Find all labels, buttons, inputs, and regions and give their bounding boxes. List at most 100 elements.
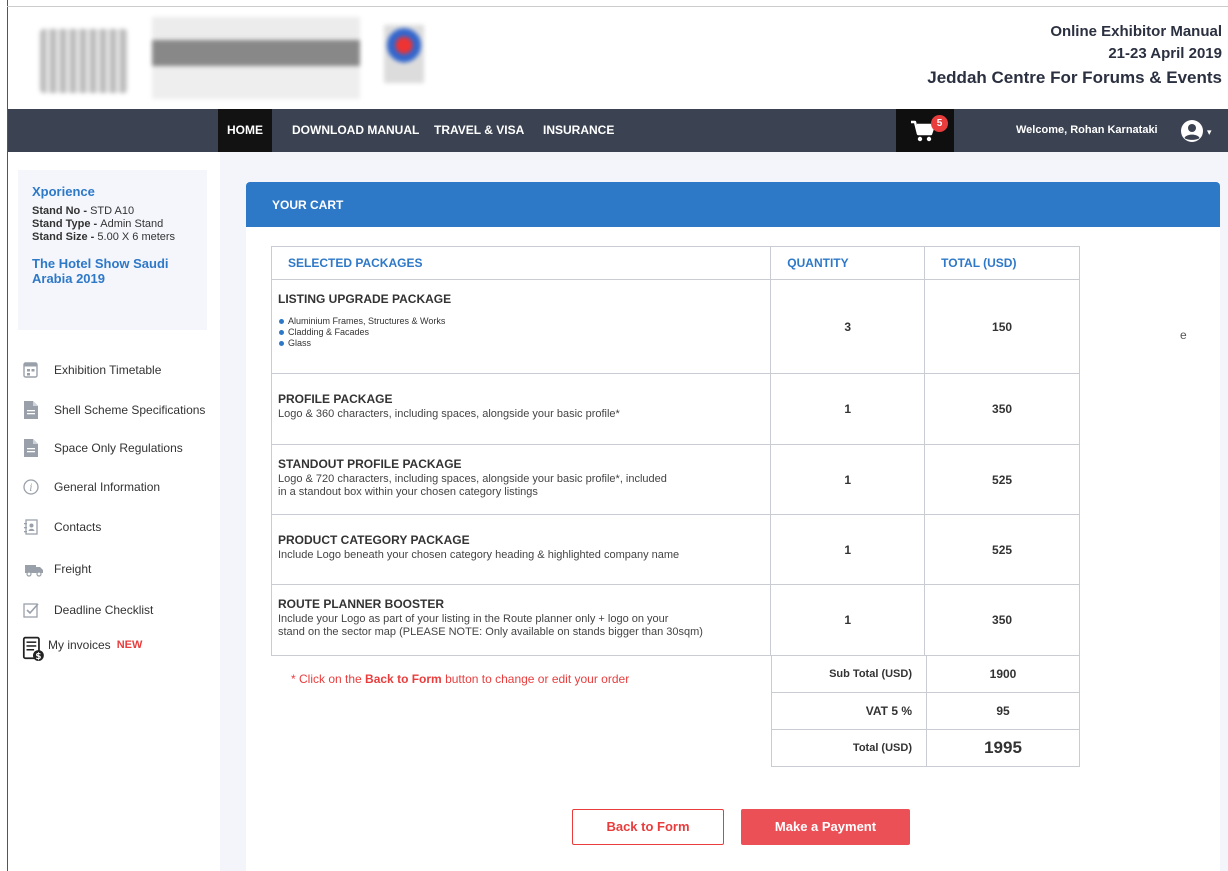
column-header-packages: SELECTED PACKAGES — [270, 246, 772, 280]
package-cell: PROFILE PACKAGE Logo & 360 characters, i… — [270, 373, 772, 445]
stone-surface-logo — [152, 17, 360, 99]
total-cell: 525 — [924, 444, 1080, 515]
cart-table: SELECTED PACKAGES QUANTITY TOTAL (USD) L… — [270, 246, 1080, 656]
package-description: Include Logo beneath your chosen categor… — [278, 549, 680, 561]
new-badge: NEW — [116, 639, 143, 651]
nav-home[interactable]: HOME — [218, 109, 272, 152]
partner-logo — [384, 25, 424, 83]
stand-no: Stand No - STD A10 — [32, 205, 207, 218]
package-title: STANDOUT PROFILE PACKAGE — [278, 457, 462, 471]
sidebar-item-exhibition-timetable[interactable]: Exhibition Timetable — [22, 358, 161, 382]
back-to-form-button[interactable]: Back to Form — [572, 809, 724, 845]
invoice-icon: $ — [22, 636, 44, 662]
contacts-icon — [24, 519, 38, 535]
calendar-icon — [23, 362, 38, 378]
total-label: Total (USD) — [771, 729, 927, 767]
package-cell: PRODUCT CATEGORY PACKAGE Include Logo be… — [270, 514, 772, 585]
stand-type-value: Admin Stand — [100, 218, 164, 230]
cart-panel: YOUR CART e SELECTED PACKAGES QUANTITY T… — [246, 182, 1220, 871]
subtotal-label: Sub Total (USD) — [771, 655, 927, 693]
checklist-icon — [23, 603, 39, 618]
list-item: Glass — [278, 338, 770, 349]
nav-travel-visa[interactable]: TRAVEL & VISA — [434, 109, 524, 152]
sidebar-item-space-only[interactable]: Space Only Regulations — [22, 436, 183, 460]
sidebar: Xporience Stand No - STD A10 Stand Type … — [8, 152, 220, 871]
package-description: Logo & 720 characters, including spaces,… — [278, 473, 667, 485]
event-venue: Jeddah Centre For Forums & Events — [927, 68, 1222, 87]
sidebar-item-label: General Information — [54, 480, 161, 494]
exhibitor-profile-card: Xporience Stand No - STD A10 Stand Type … — [18, 170, 207, 330]
hotel-show-logo — [40, 29, 128, 93]
stand-type: Stand Type - Admin Stand — [32, 218, 207, 231]
user-account-icon[interactable] — [1180, 119, 1204, 143]
vat-label: VAT 5 % — [771, 692, 927, 730]
column-header-total: TOTAL (USD) — [924, 246, 1080, 280]
package-title: ROUTE PLANNER BOOSTER — [278, 597, 445, 611]
edit-order-note: * Click on the Back to Form button to ch… — [291, 672, 629, 686]
sidebar-item-label: Space Only Regulations — [54, 441, 183, 455]
company-name: Xporience — [32, 184, 95, 199]
table-row: LISTING UPGRADE PACKAGE Aluminium Frames… — [270, 279, 1080, 374]
cart-panel-title: YOUR CART — [246, 182, 1220, 227]
column-header-quantity: QUANTITY — [770, 246, 926, 280]
table-row: PROFILE PACKAGE Logo & 360 characters, i… — [270, 373, 1080, 445]
main-nav: HOME DOWNLOAD MANUAL TRAVEL & VISA INSUR… — [8, 109, 1228, 152]
package-cell: ROUTE PLANNER BOOSTER Include your Logo … — [270, 584, 772, 656]
sidebar-item-contacts[interactable]: Contacts — [22, 515, 101, 539]
total-cell: 350 — [924, 584, 1080, 656]
package-description: Logo & 360 characters, including spaces,… — [278, 408, 620, 420]
sidebar-item-freight[interactable]: Freight — [22, 557, 91, 581]
info-icon: i — [23, 479, 39, 495]
quantity-cell: 1 — [770, 514, 926, 585]
truck-icon — [25, 565, 43, 577]
sidebar-item-shell-scheme[interactable]: Shell Scheme Specifications — [22, 398, 205, 422]
total-cell: 350 — [924, 373, 1080, 445]
total-value: 1995 — [926, 729, 1080, 767]
table-header-row: SELECTED PACKAGES QUANTITY TOTAL (USD) — [270, 246, 1080, 280]
note-back-to-form: Back to Form — [365, 672, 442, 686]
document-icon — [24, 439, 38, 457]
vat-row: VAT 5 % 95 — [771, 692, 1080, 730]
sidebar-item-label: My invoices — [48, 638, 111, 652]
subtotal-row: Sub Total (USD) 1900 — [771, 655, 1080, 693]
table-row: PRODUCT CATEGORY PACKAGE Include Logo be… — [270, 514, 1080, 585]
package-bullets: Aluminium Frames, Structures & Works Cla… — [278, 316, 770, 349]
list-item: Cladding & Facades — [278, 327, 770, 338]
chevron-down-icon[interactable]: ▾ — [1207, 127, 1212, 138]
total-cell: 150 — [924, 279, 1080, 374]
note-text: * Click on the — [291, 672, 366, 686]
sidebar-item-label: Exhibition Timetable — [54, 363, 162, 377]
package-description: stand on the sector map (PLEASE NOTE: On… — [278, 626, 703, 638]
totals-table: Sub Total (USD) 1900 VAT 5 % 95 Total (U… — [771, 655, 1080, 767]
sidebar-item-deadline-checklist[interactable]: Deadline Checklist — [22, 598, 153, 622]
subtotal-value: 1900 — [926, 655, 1080, 693]
quantity-cell: 3 — [770, 279, 926, 374]
nav-download-manual[interactable]: DOWNLOAD MANUAL — [292, 109, 419, 152]
total-cell: 525 — [924, 514, 1080, 585]
sidebar-item-label: Freight — [54, 562, 92, 576]
stand-size: Stand Size - 5.00 X 6 meters — [32, 231, 207, 244]
event-dates: 21-23 April 2019 — [1108, 45, 1222, 62]
quantity-cell: 1 — [770, 373, 926, 445]
document-icon — [24, 401, 38, 419]
package-title: LISTING UPGRADE PACKAGE — [278, 292, 452, 306]
welcome-text: Welcome, Rohan Karnataki — [1016, 124, 1158, 136]
quantity-cell: 1 — [770, 584, 926, 656]
stand-no-label: Stand No - — [32, 205, 91, 217]
sidebar-item-label: Deadline Checklist — [54, 603, 154, 617]
sidebar-item-label: Contacts — [54, 520, 102, 534]
site-header: Online Exhibitor Manual 21-23 April 2019… — [8, 7, 1228, 109]
cart-count-badge: 5 — [931, 115, 948, 132]
package-description: Include your Logo as part of your listin… — [278, 613, 669, 625]
total-row: Total (USD) 1995 — [771, 729, 1080, 767]
list-item: Aluminium Frames, Structures & Works — [278, 316, 770, 327]
nav-insurance[interactable]: INSURANCE — [543, 109, 614, 152]
make-payment-button[interactable]: Make a Payment — [741, 809, 910, 845]
stand-no-value: STD A10 — [90, 205, 135, 217]
sidebar-item-general-information[interactable]: i General Information — [22, 475, 160, 499]
sidebar-item-my-invoices[interactable]: $ My invoices NEW — [22, 636, 143, 662]
svg-text:i: i — [29, 483, 32, 494]
cart-button[interactable]: 5 — [896, 109, 954, 152]
package-description: in a standout box within your chosen cat… — [278, 486, 538, 498]
main-content: YOUR CART e SELECTED PACKAGES QUANTITY T… — [220, 152, 1228, 871]
